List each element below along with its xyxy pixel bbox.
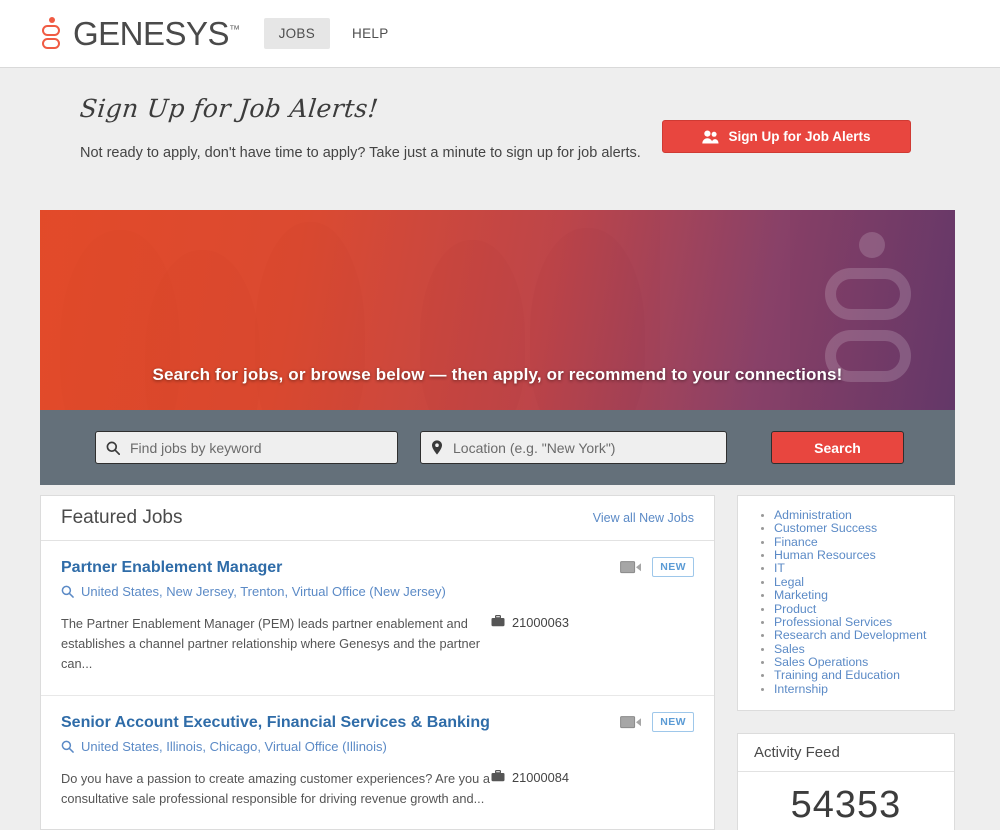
activity-feed-title: Activity Feed <box>737 734 954 773</box>
featured-jobs-header: Featured Jobs View all New Jobs <box>41 496 714 541</box>
sign-up-job-alerts-button[interactable]: Sign Up for Job Alerts <box>662 120 911 153</box>
status-badge: NEW <box>652 711 694 732</box>
job-flags: NEW <box>620 711 694 732</box>
job-id-text: 21000063 <box>512 615 569 630</box>
site-header: GENESYS™ JOBS HELP <box>0 0 1000 68</box>
job-location-text: United States, Illinois, Chicago, Virtua… <box>81 738 387 754</box>
map-pin-icon <box>431 440 443 455</box>
location-input[interactable] <box>451 438 716 457</box>
sidebar-item-training-and-education[interactable]: Training and Education <box>774 669 944 683</box>
job-categories-panel: Administration Customer Success Finance … <box>736 495 955 712</box>
job-description: Do you have a passion to create amazing … <box>61 770 490 806</box>
location-field-wrapper[interactable] <box>420 431 727 464</box>
job-id: 21000084 <box>491 769 569 809</box>
activity-feed-panel: Activity Feed 54353 Job shares through G… <box>736 733 955 830</box>
keyword-field-wrapper[interactable] <box>95 431 398 464</box>
main-nav: JOBS HELP <box>263 18 405 49</box>
sidebar-item-human-resources[interactable]: Human Resources <box>774 549 944 562</box>
job-categories-list: Administration Customer Success Finance … <box>748 509 944 696</box>
hero-banner: Search for jobs, or browse below — then … <box>40 210 955 485</box>
sidebar-item-it[interactable]: IT <box>774 562 944 576</box>
search-icon <box>106 441 120 455</box>
search-icon <box>61 740 74 753</box>
job-shares-count: 54353 <box>790 784 902 827</box>
briefcase-icon <box>491 615 505 628</box>
search-input[interactable] <box>128 438 387 457</box>
brand-name-text: GENESYS <box>73 14 230 52</box>
job-location[interactable]: United States, New Jersey, Trenton, Virt… <box>61 584 694 599</box>
job-search-bar: Search <box>40 410 955 485</box>
sidebar-item-customer-success[interactable]: Customer Success <box>774 522 944 535</box>
job-body: The Partner Enablement Manager (PEM) lea… <box>61 614 694 675</box>
nav-item-jobs[interactable]: JOBS <box>263 18 331 49</box>
sign-up-job-alerts-label: Sign Up for Job Alerts <box>728 129 871 144</box>
status-badge: NEW <box>652 557 694 577</box>
brand-logo[interactable]: GENESYS™ <box>38 15 240 53</box>
page-title: Featured Jobs <box>61 507 183 528</box>
search-button[interactable]: Search <box>771 431 904 464</box>
job-location-text: United States, New Jersey, Trenton, Virt… <box>81 584 446 599</box>
video-camera-icon[interactable] <box>620 715 642 729</box>
nav-item-help[interactable]: HELP <box>336 18 404 49</box>
job-id-text: 21000084 <box>512 769 569 785</box>
briefcase-icon <box>491 769 505 783</box>
job-flags: NEW <box>620 557 694 577</box>
sidebar-item-internship[interactable]: Internship <box>774 682 944 696</box>
sidebar: Administration Customer Success Finance … <box>736 495 955 830</box>
sidebar-item-research-and-development[interactable]: Research and Development <box>774 629 944 642</box>
brand-trademark: ™ <box>229 23 240 36</box>
brand-name: GENESYS™ <box>73 15 240 53</box>
job-title[interactable]: Senior Account Executive, Financial Serv… <box>61 714 694 732</box>
job-list-item[interactable]: NEW Partner Enablement Manager United St… <box>41 541 714 696</box>
genesys-logo-icon <box>38 16 64 51</box>
users-icon <box>702 130 719 144</box>
job-list-item[interactable]: NEW Senior Account Executive, Financial … <box>41 696 714 829</box>
main-content: Featured Jobs View all New Jobs NEW Part… <box>40 495 955 830</box>
view-all-new-jobs-link[interactable]: View all New Jobs <box>593 511 694 525</box>
sidebar-item-marketing[interactable]: Marketing <box>774 589 944 602</box>
promo-title: Sign Up for Job Alerts! <box>78 94 380 123</box>
job-location[interactable]: United States, Illinois, Chicago, Virtua… <box>61 739 694 754</box>
sidebar-item-product[interactable]: Product <box>774 602 944 616</box>
job-alerts-promo: Sign Up for Job Alerts! Not ready to app… <box>0 68 1000 196</box>
job-body: Do you have a passion to create amazing … <box>61 769 694 809</box>
featured-jobs-panel: Featured Jobs View all New Jobs NEW Part… <box>40 495 715 830</box>
activity-feed-body: 54353 Job shares through Genesys <box>738 772 954 830</box>
hero-tagline: Search for jobs, or browse below — then … <box>152 365 843 384</box>
search-icon <box>61 585 74 598</box>
job-id: 21000063 <box>491 614 569 675</box>
job-description: The Partner Enablement Manager (PEM) lea… <box>61 616 480 672</box>
video-camera-icon[interactable] <box>620 560 642 574</box>
job-title[interactable]: Partner Enablement Manager <box>61 559 694 577</box>
